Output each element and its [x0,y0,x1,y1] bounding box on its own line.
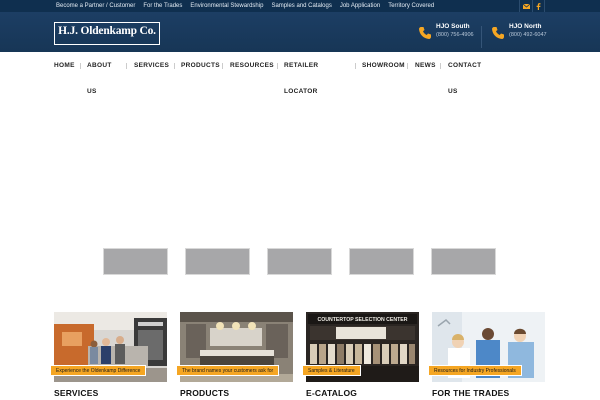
card-heading[interactable]: PRODUCTS [180,388,229,398]
card-tag: Samples & Literature [302,365,361,376]
slider-thumbnails [0,248,600,276]
card-for-the-trades[interactable]: Resources for Industry Professionals FOR… [428,312,545,400]
main-navigation: HOME ABOUT US SERVICES PRODUCTS RESOURCE… [0,52,600,100]
card-products[interactable]: The brand names your customers ask for P… [176,312,293,400]
slider-thumb-5[interactable] [431,248,496,275]
phone-icon [419,27,431,39]
location-phone[interactable]: (800) 492-6047 [509,31,547,39]
countertop-sign: COUNTERTOP SELECTION CENTER [317,317,407,323]
nav-resources[interactable]: RESOURCES [230,62,274,69]
top-link-partner[interactable]: Become a Partner / Customer [56,2,135,10]
card-heading[interactable]: FOR THE TRADES [432,388,509,398]
facebook-icon[interactable] [532,0,545,12]
location-north: HJO North (800) 492-6047 [490,22,547,41]
nav-news[interactable]: NEWS [415,62,436,69]
site-header: H.J. Oldenkamp Co. HJO South (800) 756-4… [0,12,600,52]
nav-services[interactable]: SERVICES [134,62,169,69]
card-heading[interactable]: SERVICES [54,388,98,398]
card-tag: The brand names your customers ask for [176,365,280,376]
location-title: HJO South [436,23,470,30]
nav-retailer-locator[interactable]: RETAILER [284,62,318,69]
email-icon[interactable] [519,0,532,12]
header-divider [481,26,482,48]
top-link-samples[interactable]: Samples and Catalogs [271,2,331,10]
nav-contact-line2[interactable]: US [448,88,458,95]
slider-thumb-2[interactable] [185,248,250,275]
nav-about-line2[interactable]: US [87,88,97,95]
slider-thumb-1[interactable] [103,248,168,275]
card-e-catalog[interactable]: COUNTERTOP SELECTION CENTER Samples & Li… [302,312,419,400]
top-link-stewardship[interactable]: Environmental Stewardship [190,2,263,10]
nav-showroom[interactable]: SHOWROOM [362,62,405,69]
site-logo[interactable]: H.J. Oldenkamp Co. [54,22,160,45]
phone-icon [492,27,504,39]
nav-retailer-locator-line2[interactable]: LOCATOR [284,88,318,95]
nav-about[interactable]: ABOUT [87,62,112,69]
top-utility-bar: Become a Partner / Customer For the Trad… [0,0,600,12]
nav-home[interactable]: HOME [54,62,75,69]
location-phone[interactable]: (800) 756-4906 [436,31,474,39]
top-link-trades[interactable]: For the Trades [143,2,182,10]
top-links: Become a Partner / Customer For the Trad… [56,2,434,10]
location-south: HJO South (800) 756-4906 [417,22,474,41]
card-tag: Resources for Industry Professionals [428,365,522,376]
slider-thumb-3[interactable] [267,248,332,275]
location-title: HJO North [509,23,542,30]
top-link-territory[interactable]: Territory Covered [388,2,434,10]
card-tag: Experience the Oldenkamp Difference [50,365,147,376]
top-link-job[interactable]: Job Application [340,2,380,10]
card-services[interactable]: Experience the Oldenkamp Difference SERV… [50,312,167,400]
logo-text: H.J. Oldenkamp Co. [58,25,156,37]
nav-contact[interactable]: CONTACT [448,62,481,69]
slider-thumb-4[interactable] [349,248,414,275]
nav-products[interactable]: PRODUCTS [181,62,220,69]
social-links [519,0,545,12]
card-heading[interactable]: E-CATALOG [306,388,357,398]
